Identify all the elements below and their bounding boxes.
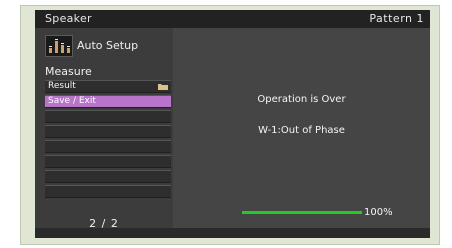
menu-list: Result Save / Exit: [45, 80, 171, 200]
auto-setup-header: Auto Setup: [45, 35, 169, 57]
progress-bar-fill: [242, 211, 362, 214]
progress-percent-label: 100%: [364, 207, 393, 218]
phase-result-message: W-1:Out of Phase: [258, 125, 345, 136]
speaker-levels-icon: [45, 35, 73, 57]
menu-item-empty: [45, 125, 171, 138]
auto-setup-label: Auto Setup: [77, 39, 139, 52]
pattern-label: Pattern 1: [369, 12, 424, 25]
left-menu-panel: Auto Setup Measure Result Save / Exit 2 …: [35, 28, 173, 230]
screen-title: Speaker: [45, 12, 92, 25]
menu-item-empty: [45, 140, 171, 153]
menu-item-result[interactable]: Result: [45, 80, 171, 93]
section-label-measure: Measure: [45, 65, 92, 78]
menu-item-empty: [45, 185, 171, 198]
menu-item-label: Save / Exit: [48, 96, 96, 106]
bottom-bar: [35, 228, 430, 238]
menu-item-empty: [45, 170, 171, 183]
menu-item-empty: [45, 155, 171, 168]
osd-screen: Speaker Pattern 1 Auto Setup Measure Res…: [35, 10, 430, 238]
folder-icon: [158, 83, 168, 90]
menu-item-empty: [45, 110, 171, 123]
menu-item-label: Result: [48, 81, 76, 91]
status-message: Operation is Over: [257, 94, 346, 105]
progress-bar: [242, 211, 362, 214]
title-bar: Speaker Pattern 1: [35, 10, 430, 28]
menu-item-save-exit[interactable]: Save / Exit: [45, 95, 171, 108]
